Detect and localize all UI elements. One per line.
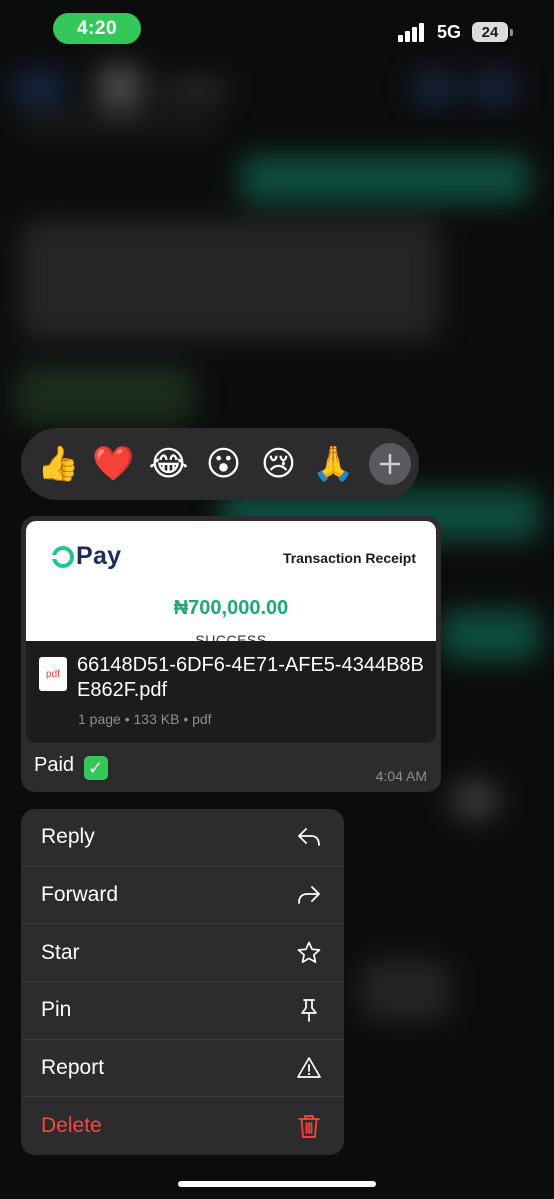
- menu-item-label: Reply: [41, 825, 95, 849]
- warning-icon: [297, 1057, 321, 1078]
- pdf-file-icon: pdf: [39, 657, 67, 691]
- menu-item-pin[interactable]: Pin: [21, 982, 344, 1040]
- reply-icon: [298, 828, 320, 847]
- opay-logo: Pay: [50, 542, 122, 571]
- trash-icon: [298, 1115, 320, 1139]
- status-time[interactable]: 4:20: [53, 13, 141, 44]
- file-name: 66148D51-6DF6-4E71-AFE5-4344B8BE862F.pdf: [77, 654, 424, 701]
- menu-item-forward[interactable]: Forward: [21, 867, 344, 925]
- forward-icon: [298, 886, 320, 904]
- receipt-status: SUCCESS: [195, 632, 267, 641]
- receipt-amount: ₦700,000.00: [173, 597, 289, 619]
- receipt-title: Transaction Receipt: [282, 550, 416, 566]
- reaction-thumbs-up[interactable]: 👍: [35, 439, 82, 489]
- star-icon: [297, 941, 321, 963]
- reaction-tears-of-joy[interactable]: 😂: [145, 439, 192, 489]
- battery-nub: [510, 29, 513, 36]
- menu-item-report[interactable]: Report: [21, 1040, 344, 1098]
- plus-icon: [379, 453, 401, 475]
- opay-logo-o-icon: [50, 545, 74, 568]
- reaction-open-mouth[interactable]: 😮: [200, 439, 247, 489]
- caption-text: Paid: [34, 754, 75, 776]
- file-meta: 1 page • 133 KB • pdf: [78, 711, 212, 727]
- menu-item-star[interactable]: Star: [21, 924, 344, 983]
- message-bubble[interactable]: Pay Transaction Receipt ₦700,000.00 SUCC…: [21, 516, 441, 792]
- reaction-red-heart[interactable]: ❤️: [90, 439, 137, 489]
- menu-item-label: Forward: [41, 883, 119, 907]
- file-attachment[interactable]: pdf 66148D51-6DF6-4E71-AFE5-4344B8BE862F…: [26, 641, 436, 743]
- menu-item-label: Delete: [41, 1114, 102, 1138]
- message-caption: Paid ✓: [34, 754, 108, 780]
- pin-icon: [301, 999, 317, 1023]
- battery-icon: 24: [472, 22, 508, 42]
- reaction-crying-face[interactable]: 😢: [255, 439, 302, 489]
- status-bar: 4:20 5G 24: [0, 0, 554, 62]
- pdf-preview-thumbnail[interactable]: Pay Transaction Receipt ₦700,000.00 SUCC…: [26, 521, 436, 641]
- message-time: 4:04 AM: [375, 768, 427, 784]
- menu-item-label: Pin: [41, 998, 72, 1022]
- menu-item-label: Report: [41, 1056, 105, 1080]
- reaction-bar: 👍 ❤️ 😂 😮 😢 🙏: [21, 428, 419, 500]
- menu-item-delete[interactable]: Delete: [21, 1097, 344, 1155]
- menu-item-reply[interactable]: Reply: [21, 809, 344, 867]
- menu-item-label: Star: [41, 940, 80, 964]
- cellular-signal-icon: [398, 22, 428, 42]
- check-mark-icon: ✓: [83, 756, 108, 780]
- context-menu: Reply Forward Star Pin Report Delete: [21, 809, 344, 1155]
- more-reactions-button[interactable]: [369, 443, 411, 485]
- opay-logo-text: Pay: [76, 542, 122, 570]
- network-type: 5G: [437, 22, 462, 42]
- reaction-folded-hands[interactable]: 🙏: [310, 439, 357, 489]
- home-indicator[interactable]: [178, 1181, 376, 1187]
